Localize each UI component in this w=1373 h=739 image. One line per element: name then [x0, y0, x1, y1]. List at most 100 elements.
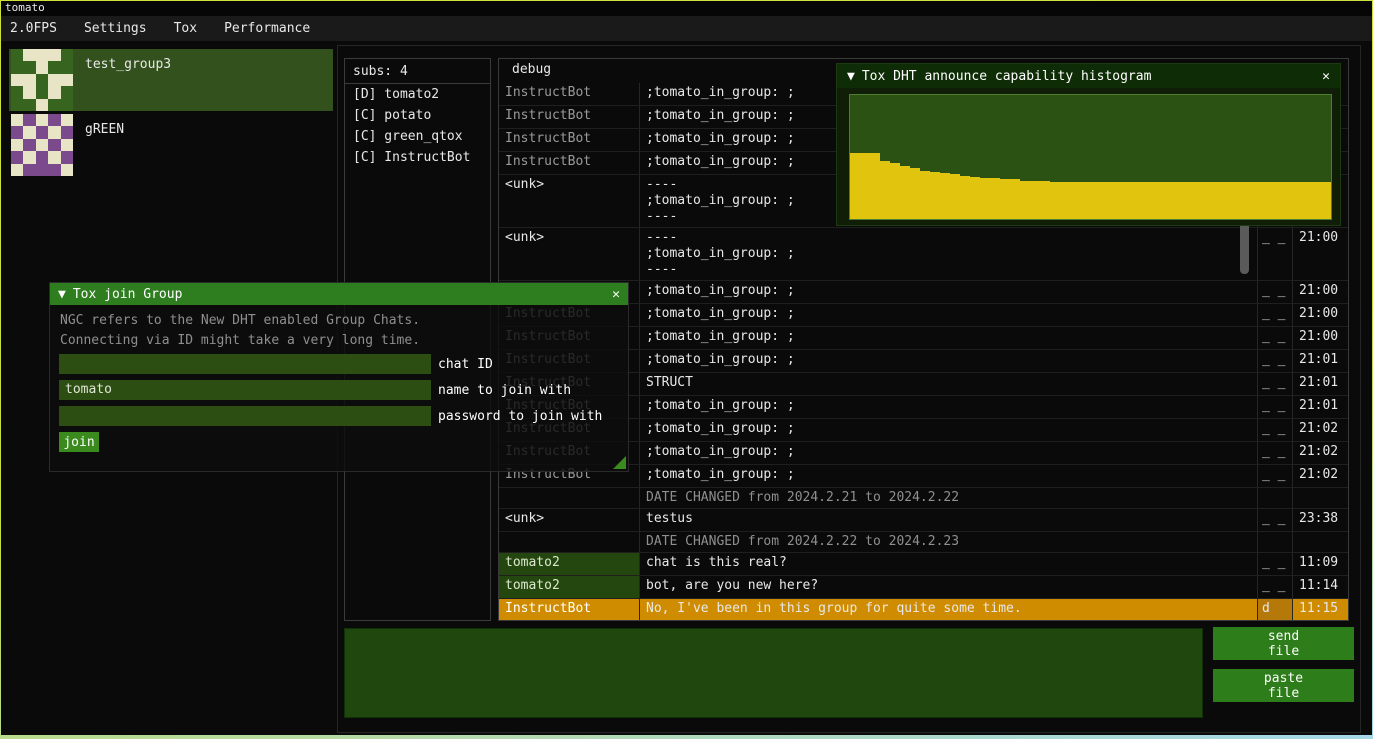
histogram-bar — [880, 161, 890, 219]
resize-grip-icon[interactable] — [613, 456, 626, 469]
chat-sender: InstructBot — [499, 152, 639, 174]
close-icon[interactable]: ✕ — [612, 287, 620, 302]
avatar-pixel — [23, 114, 35, 126]
avatar-pixel — [48, 49, 60, 61]
chat-sender: <unk> — [499, 509, 639, 531]
menu-items: Settings Tox Performance — [84, 21, 310, 36]
avatar-pixel — [61, 86, 73, 98]
dht-histogram-titlebar: ▼ Tox DHT announce capability histogram … — [837, 64, 1340, 88]
window-titlebar: tomato — [1, 1, 1372, 16]
join-field-label: name to join with — [438, 383, 571, 398]
menu-performance[interactable]: Performance — [224, 21, 310, 36]
avatar-pixel — [11, 114, 23, 126]
histogram-bar — [1040, 181, 1050, 219]
histogram-bar — [1301, 182, 1311, 219]
histogram-bar — [870, 153, 880, 219]
histogram-bar — [930, 172, 940, 219]
chat-delivery-flags — [1257, 488, 1292, 508]
chat-timestamp — [1292, 532, 1348, 552]
histogram-bar — [1181, 182, 1191, 219]
histogram-bar — [1261, 182, 1271, 219]
join-input-chat-id[interactable] — [59, 354, 431, 374]
collapse-arrow-icon[interactable]: ▼ — [58, 287, 66, 302]
histogram-bar — [1000, 179, 1010, 219]
menu-settings[interactable]: Settings — [84, 21, 147, 36]
histogram-bar — [1150, 182, 1160, 219]
chat-timestamp: 11:09 — [1292, 553, 1348, 575]
avatar-pixel — [36, 99, 48, 111]
avatar-pixel — [36, 126, 48, 138]
subs-item[interactable]: [C] InstructBot — [345, 147, 490, 168]
chat-row: <unk>---- ;tomato_in_group: ; ----_ _21:… — [499, 228, 1348, 281]
histogram-bar — [1221, 182, 1231, 219]
avatar-pixel — [11, 126, 23, 138]
chat-tab-debug[interactable]: debug — [512, 62, 551, 77]
collapse-arrow-icon[interactable]: ▼ — [847, 69, 855, 84]
chat-row: tomato2chat is this real?_ _11:09 — [499, 553, 1348, 576]
menubar: 2.0FPS Settings Tox Performance — [1, 16, 1372, 41]
avatar-pixel — [23, 139, 35, 151]
chat-delivery-flags: _ _ — [1257, 553, 1292, 575]
chat-sender: <unk> — [499, 228, 639, 280]
chat-row: tomato2bot, are you new here?_ _11:14 — [499, 576, 1348, 599]
histogram-bar — [950, 174, 960, 219]
send-file-button[interactable]: send file — [1213, 627, 1354, 660]
group-name: test_group3 — [85, 57, 171, 72]
paste-file-button[interactable]: paste file — [1213, 669, 1354, 702]
subs-item[interactable]: [C] potato — [345, 105, 490, 126]
chat-delivery-flags: _ _ — [1257, 576, 1292, 598]
subs-item[interactable]: [C] green_qtox — [345, 126, 490, 147]
histogram-bar — [1010, 179, 1020, 219]
avatar-pixel — [48, 151, 60, 163]
send-file-label-line2: file — [1268, 644, 1299, 659]
paste-file-label-line2: file — [1268, 686, 1299, 701]
message-input[interactable] — [344, 628, 1203, 718]
join-input-password[interactable] — [59, 406, 431, 426]
chat-message: DATE CHANGED from 2024.2.22 to 2024.2.23 — [639, 532, 1257, 552]
histogram-bar — [1050, 182, 1060, 219]
paste-file-label-line1: paste — [1264, 671, 1303, 686]
dht-histogram-window: ▼ Tox DHT announce capability histogram … — [836, 63, 1341, 226]
chat-message: DATE CHANGED from 2024.2.21 to 2024.2.22 — [639, 488, 1257, 508]
chat-timestamp: 21:01 — [1292, 396, 1348, 418]
avatar-pixel — [48, 61, 60, 73]
close-icon[interactable]: ✕ — [1322, 69, 1330, 84]
chat-timestamp: 21:01 — [1292, 350, 1348, 372]
subs-item[interactable]: [D] tomato2 — [345, 84, 490, 105]
chat-message: ;tomato_in_group: ; — [639, 327, 1257, 349]
menu-tox[interactable]: Tox — [174, 21, 197, 36]
avatar-pixel — [36, 61, 48, 73]
chat-delivery-flags: _ _ — [1257, 304, 1292, 326]
chat-timestamp: 21:02 — [1292, 465, 1348, 487]
join-input-name[interactable]: tomato — [59, 380, 431, 400]
chat-delivery-flags: _ _ — [1257, 396, 1292, 418]
join-group-titlebar: ▼ Tox join Group ✕ — [50, 283, 628, 305]
avatar-pixel — [36, 74, 48, 86]
avatar-pixel — [61, 99, 73, 111]
histogram-bar — [1201, 182, 1211, 219]
histogram-bar — [1060, 182, 1070, 219]
chat-delivery-flags: _ _ — [1257, 228, 1292, 280]
avatar-pixel — [36, 49, 48, 61]
histogram-bar — [890, 163, 900, 219]
histogram-bar — [1080, 182, 1090, 219]
chat-timestamp: 11:15 — [1292, 599, 1348, 620]
avatar-pixel — [61, 126, 73, 138]
chat-delivery-flags: d — [1257, 599, 1292, 620]
group-name: gREEN — [85, 122, 124, 137]
join-button[interactable]: join — [59, 432, 99, 452]
avatar-pixel — [23, 126, 35, 138]
group-item-test_group3[interactable]: test_group3 — [9, 49, 333, 111]
chat-sender: InstructBot — [499, 83, 639, 105]
avatar-pixel — [36, 139, 48, 151]
group-avatar — [11, 114, 73, 176]
chat-timestamp: 21:00 — [1292, 304, 1348, 326]
chat-sender: InstructBot — [499, 599, 639, 620]
histogram-bar — [990, 178, 1000, 219]
group-item-gREEN[interactable]: gREEN — [9, 114, 333, 176]
histogram-bar — [1120, 182, 1130, 219]
chat-timestamp: 21:00 — [1292, 228, 1348, 280]
histogram-bar — [1321, 182, 1331, 219]
chat-timestamp — [1292, 488, 1348, 508]
fps-counter: 2.0FPS — [10, 21, 57, 36]
